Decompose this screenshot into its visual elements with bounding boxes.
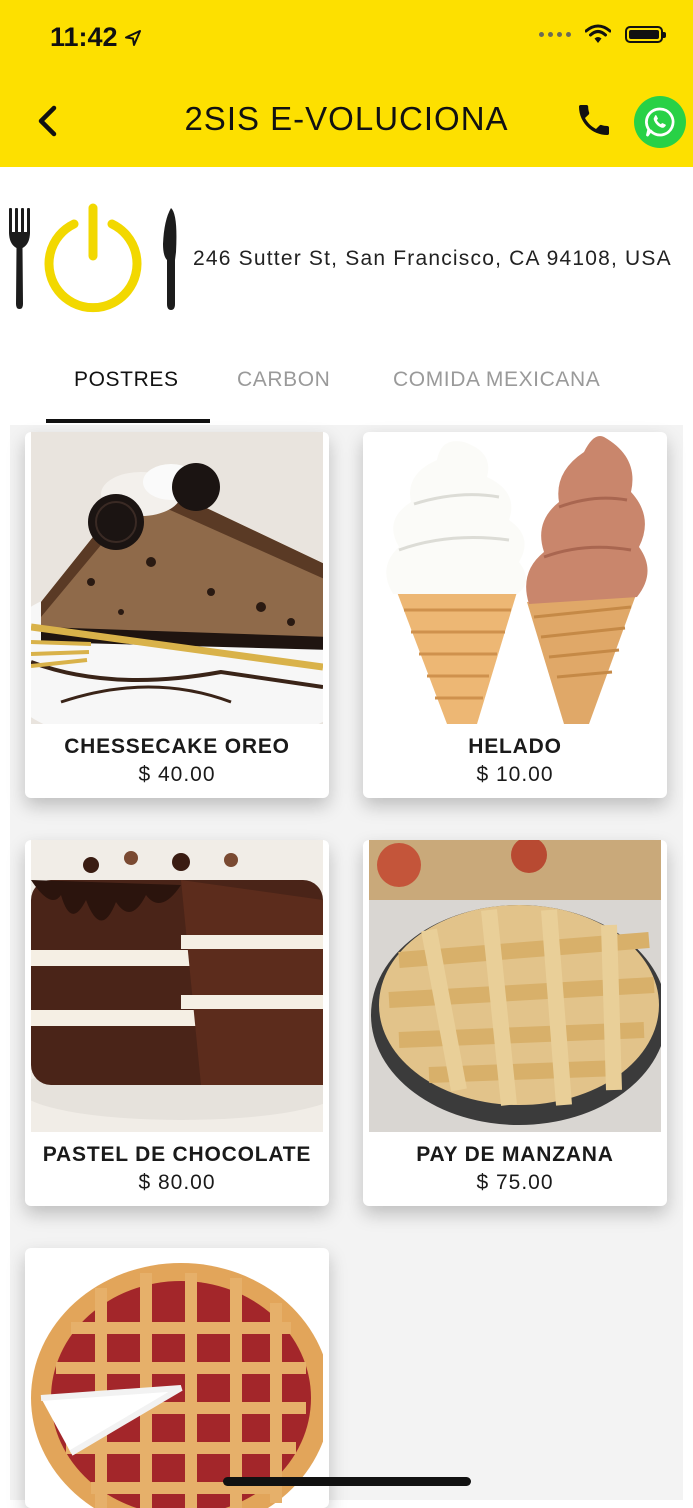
tab-carbon[interactable]: CARBON: [237, 368, 330, 392]
product-card[interactable]: CHESSECAKE OREO $ 40.00: [25, 432, 329, 798]
product-name: HELADO: [468, 735, 562, 758]
restaurant-address: 246 Sutter St, San Francisco, CA 94108, …: [193, 247, 672, 270]
product-image: [31, 1248, 323, 1508]
status-bar-time: 11:42: [50, 22, 142, 53]
fork-icon: [9, 208, 30, 309]
product-image: [31, 840, 323, 1132]
product-price: $ 40.00: [138, 763, 216, 786]
product-price: $ 75.00: [476, 1171, 554, 1194]
battery-icon: [625, 25, 666, 43]
product-card[interactable]: PASTEL DE CHOCOLATE $ 80.00: [25, 840, 329, 1206]
status-bar-indicators: [539, 24, 666, 44]
knife-icon: [163, 208, 177, 310]
location-arrow-icon: [124, 29, 141, 46]
clock-time: 11:42: [50, 22, 118, 52]
product-name: PASTEL DE CHOCOLATE: [42, 1143, 312, 1166]
product-price: $ 80.00: [138, 1171, 216, 1194]
wifi-icon: [585, 24, 611, 43]
power-symbol-icon: [44, 203, 142, 313]
whatsapp-button[interactable]: [634, 96, 686, 148]
cellular-signal-icon: [539, 31, 571, 37]
product-price: $ 10.00: [476, 763, 554, 786]
product-image: [369, 432, 661, 724]
call-button[interactable]: [574, 100, 614, 140]
product-card[interactable]: PAY DE MANZANA $ 75.00: [363, 840, 667, 1206]
product-card[interactable]: HELADO $ 10.00: [363, 432, 667, 798]
whatsapp-icon: [645, 107, 675, 137]
tab-comida-mexicana[interactable]: COMIDA MEXICANA: [393, 368, 600, 392]
restaurant-logo: [9, 203, 177, 313]
product-name: CHESSECAKE OREO: [64, 735, 290, 758]
app-header: 11:42 2SIS E-VOLUCIONA: [0, 0, 693, 167]
product-image: [31, 432, 323, 724]
home-indicator[interactable]: [223, 1477, 471, 1486]
tab-postres[interactable]: POSTRES: [74, 368, 179, 392]
product-name: PAY DE MANZANA: [416, 1143, 614, 1166]
product-image: [369, 840, 661, 1132]
active-tab-indicator: [46, 419, 210, 423]
product-card[interactable]: [25, 1248, 329, 1508]
phone-icon: [579, 105, 609, 135]
